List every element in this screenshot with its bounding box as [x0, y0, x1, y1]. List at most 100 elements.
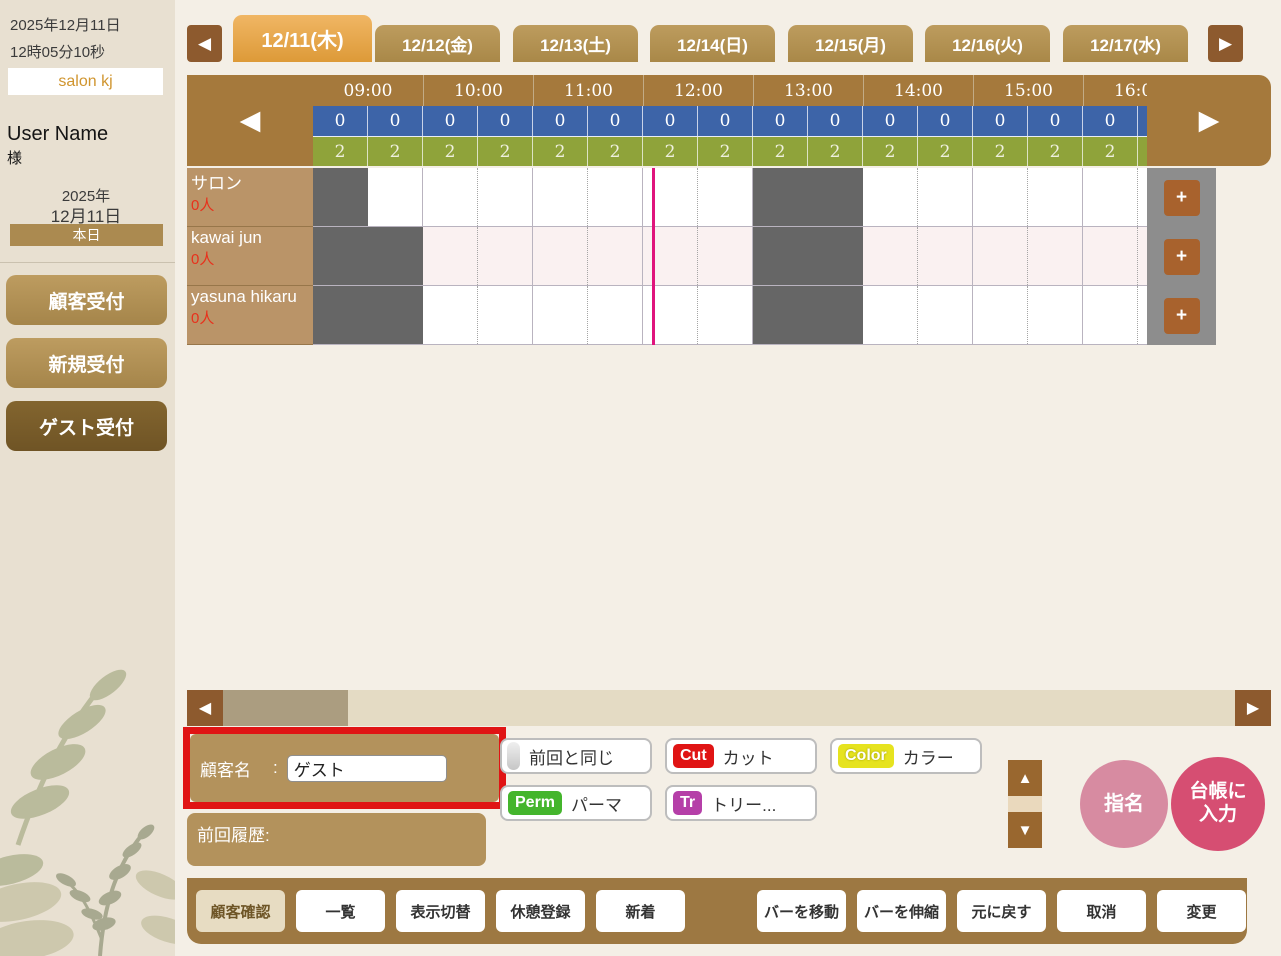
staff-name-cell: yasuna hikaru 0人 [187, 286, 313, 345]
reception-buttons: 顧客受付新規受付ゲスト受付 [6, 275, 167, 464]
closed-block [753, 227, 863, 285]
sidebar-button-guest-reception[interactable]: ゲスト受付 [6, 401, 167, 451]
hour-label: 15:00 [973, 75, 1083, 106]
closed-block [313, 227, 423, 285]
time-slot[interactable] [698, 227, 753, 285]
sidebar: 2025年12月11日 12時05分10秒 salon kj User Name… [0, 0, 175, 956]
time-slot[interactable] [423, 227, 478, 285]
schedule-scroll-left-icon[interactable]: ◀ [187, 75, 313, 166]
reserved-count-cell: 0 [478, 106, 533, 136]
time-slot[interactable] [478, 227, 533, 285]
date-tab-5[interactable]: 12/15(月) [788, 25, 913, 62]
schedule-grid [313, 168, 1147, 345]
toolbar-change[interactable]: 変更 [1157, 890, 1246, 932]
toolbar-cancel[interactable]: 取消 [1057, 890, 1146, 932]
toolbar-bar-move[interactable]: バーを移動 [757, 890, 846, 932]
date-tab-2[interactable]: 12/12(金) [375, 25, 500, 62]
time-slot[interactable] [1083, 168, 1138, 226]
staff-scroll-track [1008, 796, 1042, 812]
time-slot[interactable] [1083, 286, 1138, 344]
ledger-entry-button[interactable]: 台帳に 入力 [1171, 757, 1265, 851]
service-button-cut[interactable]: Cut カット [665, 738, 817, 774]
time-slot[interactable] [533, 286, 588, 344]
available-count-cell: 2 [423, 137, 478, 166]
time-slot[interactable] [533, 227, 588, 285]
toolbar-customer-check[interactable]: 顧客確認 [196, 890, 285, 932]
customer-name-label: 顧客名 [200, 760, 251, 780]
service-button-perm[interactable]: Perm パーマ [500, 785, 652, 821]
time-slot[interactable] [698, 286, 753, 344]
ledger-entry-line2: 入力 [1198, 804, 1237, 825]
time-slot[interactable] [918, 286, 973, 344]
scrollbar-right-icon[interactable]: ▶ [1235, 690, 1271, 726]
reserved-count-cell: 0 [918, 106, 973, 136]
horizontal-scrollbar[interactable]: ◀ ▶ [187, 690, 1271, 726]
time-slot[interactable] [368, 168, 423, 226]
reserved-count-cell: 0 [1083, 106, 1138, 136]
salon-name: salon kj [8, 68, 163, 95]
time-slot[interactable] [973, 286, 1028, 344]
sidebar-button-new-reception[interactable]: 新規受付 [6, 338, 167, 388]
sidebar-divider [0, 262, 175, 263]
scrollbar-left-icon[interactable]: ◀ [187, 690, 223, 726]
time-slot[interactable] [1083, 227, 1138, 285]
time-slot[interactable] [1028, 168, 1083, 226]
staff-scroll-down-icon[interactable]: ▼ [1008, 812, 1042, 848]
add-reservation-button[interactable]: + [1163, 238, 1200, 275]
staff-name: kawai jun [191, 228, 262, 247]
time-slot[interactable] [863, 168, 918, 226]
date-tabs-next-icon[interactable]: ▶ [1208, 25, 1243, 62]
add-reservation-button[interactable]: + [1163, 179, 1200, 216]
time-slot[interactable] [1028, 227, 1083, 285]
time-slot[interactable] [588, 286, 643, 344]
time-slot[interactable] [423, 286, 478, 344]
toolbar-break-register[interactable]: 休憩登録 [496, 890, 585, 932]
staff-scroll-up-icon[interactable]: ▲ [1008, 760, 1042, 796]
nomination-button[interactable]: 指名 [1080, 760, 1168, 848]
reserved-count-cell: 0 [368, 106, 423, 136]
time-slot[interactable] [973, 168, 1028, 226]
date-tab-3[interactable]: 12/13(土) [513, 25, 638, 62]
customer-name-input[interactable] [286, 754, 447, 782]
time-slot[interactable] [698, 168, 753, 226]
schedule-scroll-right-icon[interactable]: ▶ [1147, 75, 1271, 166]
sidebar-button-customer-reception[interactable]: 顧客受付 [6, 275, 167, 325]
time-slot[interactable] [588, 168, 643, 226]
add-reservation-button[interactable]: + [1163, 297, 1200, 334]
service-button-same[interactable]: 前回と同じ [500, 738, 652, 774]
service-button-tr[interactable]: Tr トリー... [665, 785, 817, 821]
bottom-toolbar: 顧客確認 一覧 表示切替 休憩登録 新着 バーを移動 バーを伸縮 元に戻す 取消 変更 [187, 878, 1247, 944]
date-tab-1[interactable]: 12/11(木) [233, 15, 372, 62]
time-slot[interactable] [588, 227, 643, 285]
time-slot[interactable] [973, 227, 1028, 285]
date-tab-7[interactable]: 12/17(水) [1063, 25, 1188, 62]
scrollbar-thumb[interactable] [223, 690, 348, 726]
service-label: トリー... [711, 795, 777, 815]
date-tab-6[interactable]: 12/16(火) [925, 25, 1050, 62]
reserved-count-row: 000000000000000 [313, 106, 1147, 137]
staff-name-column: サロン 0人 kawai jun 0人 yasuna hikaru 0人 [187, 168, 313, 345]
hour-label: 10:00 [423, 75, 533, 106]
closed-block [313, 168, 368, 226]
toolbar-display-toggle[interactable]: 表示切替 [396, 890, 485, 932]
date-tabs-prev-icon[interactable]: ◀ [187, 25, 222, 62]
hour-label: 13:00 [753, 75, 863, 106]
time-slot[interactable] [918, 168, 973, 226]
toolbar-new-arrivals[interactable]: 新着 [596, 890, 685, 932]
time-slot[interactable] [1028, 286, 1083, 344]
available-count-cell: 2 [313, 137, 368, 166]
time-slot[interactable] [863, 227, 918, 285]
today-button[interactable]: 本日 [10, 224, 163, 246]
time-slot[interactable] [863, 286, 918, 344]
time-slot[interactable] [918, 227, 973, 285]
closed-block [313, 286, 423, 344]
date-tab-4[interactable]: 12/14(日) [650, 25, 775, 62]
time-slot[interactable] [533, 168, 588, 226]
service-button-color[interactable]: Color カラー [830, 738, 982, 774]
toolbar-undo[interactable]: 元に戻す [957, 890, 1046, 932]
time-slot[interactable] [423, 168, 478, 226]
toolbar-list[interactable]: 一覧 [296, 890, 385, 932]
time-slot[interactable] [478, 286, 533, 344]
toolbar-bar-resize[interactable]: バーを伸縮 [857, 890, 946, 932]
time-slot[interactable] [478, 168, 533, 226]
